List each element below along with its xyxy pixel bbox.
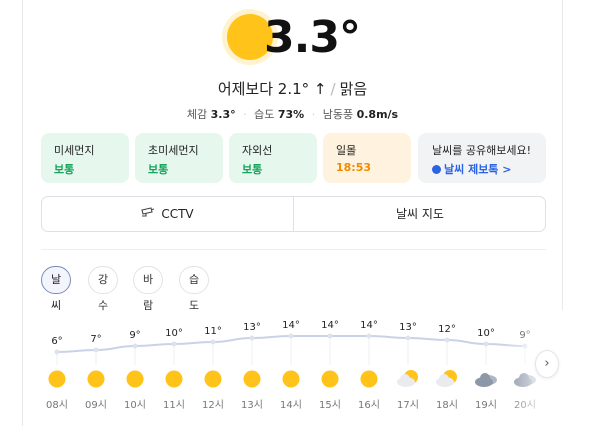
partly-cloudy-icon	[436, 370, 457, 387]
hour-label: 12시	[202, 399, 224, 411]
hour-label: 09시	[85, 399, 107, 411]
temperature-point	[366, 333, 372, 339]
tile-value-row: 날씨 제보톡 >	[432, 161, 546, 177]
wind-label: 남동풍	[322, 108, 354, 121]
temperature-point	[483, 341, 489, 347]
hour-label: 15시	[319, 399, 341, 411]
tab-weather[interactable]: 날씨	[41, 266, 72, 312]
wind-value: 0.8m/s	[356, 108, 399, 121]
hour-temperature: 13°	[243, 322, 261, 333]
hour-label: 16시	[358, 399, 380, 411]
divider	[41, 249, 546, 250]
sun-icon	[126, 370, 144, 388]
chevron-right-icon: ›	[544, 356, 550, 371]
partly-cloudy-icon	[397, 370, 418, 387]
tab-precipitation[interactable]: 강수	[88, 266, 119, 312]
hour-temperature: 10°	[165, 328, 183, 339]
weather-details: 체감 3.3° · 습도 73% · 남동풍 0.8m/s	[23, 106, 562, 122]
temperature-point	[93, 347, 99, 353]
temperature-point	[327, 333, 333, 339]
tile-value: 보통	[54, 163, 75, 176]
temperature-point	[132, 343, 138, 349]
tile-value: 보통	[148, 163, 169, 176]
fine-dust-tile[interactable]: 미세먼지 보통	[41, 133, 129, 183]
weather-map-button[interactable]: 날씨 지도	[294, 197, 546, 231]
sun-icon	[165, 370, 183, 388]
temperature-point	[171, 341, 177, 347]
sun-icon	[87, 370, 105, 388]
tile-label: 날씨를 공유해보세요!	[432, 144, 531, 157]
temperature-point	[405, 335, 411, 341]
temperature-point	[249, 335, 255, 341]
hourly-chart: 6° 08시 7° 09시 9° 10시 10° 11시 11° 12시 13° 13시 14° 14시 1…	[46, 320, 536, 411]
tab-wind[interactable]: 바람	[133, 266, 164, 312]
hour-temperature: 6°	[51, 336, 62, 347]
temperature-point	[288, 333, 294, 339]
hour-temperature: 11°	[204, 326, 222, 337]
divider: /	[330, 80, 336, 98]
sunset-tile[interactable]: 일몰 18:53	[323, 133, 411, 183]
hour-temperature: 14°	[360, 320, 378, 331]
feels-like-value: 3.3°	[210, 108, 236, 121]
humidity-value: 73%	[277, 108, 305, 121]
current-temperature: 3.3°	[264, 12, 361, 63]
sun-icon	[282, 370, 300, 388]
tile-label: 초미세먼지	[148, 144, 199, 157]
hour-label: 14시	[280, 399, 302, 411]
temperature-point	[444, 337, 450, 343]
action-buttons: CCTV 날씨 지도	[41, 196, 546, 232]
humidity-label: 습도	[254, 108, 275, 121]
hour-label: 11시	[163, 399, 185, 411]
hour-label: 13시	[241, 399, 263, 411]
cctv-button[interactable]: CCTV	[42, 197, 294, 231]
divider: ·	[243, 108, 247, 121]
temperature-point	[54, 349, 60, 355]
weather-map-label: 날씨 지도	[396, 207, 444, 221]
hour-label: 10시	[124, 399, 146, 411]
sun-icon	[48, 370, 66, 388]
chat-bubble-icon	[432, 165, 441, 174]
tile-label: 자외선	[242, 144, 273, 157]
uv-index-tile[interactable]: 자외선 보통	[229, 133, 317, 183]
cloud-icon	[475, 373, 497, 387]
weather-report-tile[interactable]: 날씨를 공유해보세요! 날씨 제보톡 >	[418, 133, 546, 183]
hour-label: 19시	[475, 399, 497, 411]
hour-temperature: 12°	[438, 324, 456, 335]
sun-icon	[243, 370, 261, 388]
tile-label: 일몰	[336, 144, 357, 157]
condition-text: 맑음	[339, 80, 368, 98]
weather-report-link[interactable]: 날씨 제보톡 >	[444, 163, 511, 176]
weather-summary: 어제보다 2.1° ↑ / 맑음	[23, 78, 562, 99]
hour-temperature: 10°	[477, 328, 495, 339]
hour-temperature: 7°	[90, 334, 101, 345]
hour-label: 18시	[436, 399, 458, 411]
cctv-icon	[141, 197, 155, 231]
next-arrow-button[interactable]: ›	[535, 350, 559, 378]
tile-value: 보통	[242, 163, 263, 176]
sun-icon	[204, 370, 222, 388]
hourly-forecast: 6° 08시 7° 09시 9° 10시 10° 11시 11° 12시 13° 13시 14° 14시 1…	[23, 310, 564, 426]
sun-icon	[360, 370, 378, 388]
hour-label: 08시	[46, 399, 68, 411]
divider: ·	[311, 108, 316, 121]
tile-label: 미세먼지	[54, 144, 95, 157]
tab-humidity[interactable]: 습도	[179, 266, 210, 312]
tile-value: 18:53	[336, 161, 372, 174]
sun-icon	[321, 370, 339, 388]
hour-temperature: 14°	[321, 320, 339, 331]
hour-label: 17시	[397, 399, 419, 411]
feels-like-label: 체감	[186, 108, 208, 121]
hour-temperature: 13°	[399, 322, 417, 333]
hour-temperature: 14°	[282, 320, 300, 331]
cctv-label: CCTV	[161, 207, 194, 221]
compare-yesterday: 어제보다 2.1° ↑	[217, 80, 327, 98]
current-weather: 3.3°	[223, 12, 383, 72]
hour-temperature: 9°	[129, 330, 140, 341]
temperature-point	[210, 339, 216, 345]
ultrafine-dust-tile[interactable]: 초미세먼지 보통	[135, 133, 223, 183]
weather-card: 3.3° 어제보다 2.1° ↑ / 맑음 체감 3.3° · 습도 73% · 남…	[22, 0, 564, 426]
